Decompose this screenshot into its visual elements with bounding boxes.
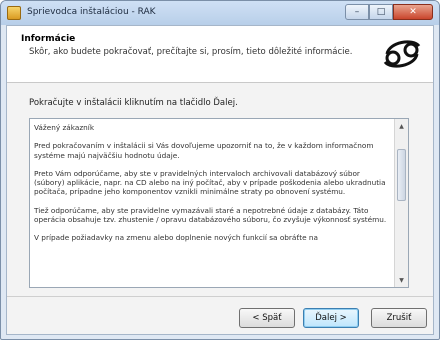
back-button[interactable]: < Späť	[239, 308, 295, 328]
title-bar[interactable]: Sprievodca inštaláciou - RAK – □ ✕	[1, 1, 439, 25]
window-controls: – □ ✕	[345, 4, 433, 21]
intro-text: Pokračujte v inštalácii kliknutím na tla…	[29, 98, 238, 108]
window-title: Sprievodca inštaláciou - RAK	[27, 7, 156, 17]
arrow-up-icon[interactable]: ▲	[395, 119, 408, 133]
installer-app-icon	[7, 6, 21, 20]
scrollbar-thumb[interactable]	[397, 149, 406, 201]
info-memo[interactable]: Vážený zákazník Pred pokračovaním v inšt…	[29, 118, 409, 288]
memo-scrollbar[interactable]: ▲ ▼	[394, 119, 408, 287]
maximize-button[interactable]: □	[369, 4, 393, 20]
info-memo-text: Vážený zákazník Pred pokračovaním v inšt…	[34, 123, 387, 243]
close-button[interactable]: ✕	[393, 4, 433, 20]
wizard-header: Informácie Skôr, ako budete pokračovať, …	[7, 26, 433, 83]
cancer-zodiac-icon	[383, 40, 421, 68]
installer-window: Sprievodca inštaláciou - RAK – □ ✕ Infor…	[0, 0, 440, 340]
next-button[interactable]: Ďalej >	[303, 308, 359, 328]
arrow-down-icon[interactable]: ▼	[395, 273, 408, 287]
header-title: Informácie	[21, 34, 76, 44]
footer-divider	[7, 296, 433, 297]
cancel-button[interactable]: Zrušiť	[371, 308, 427, 328]
header-subtitle: Skôr, ako budete pokračovať, prečítajte …	[29, 47, 353, 57]
wizard-content: Informácie Skôr, ako budete pokračovať, …	[6, 25, 434, 335]
minimize-button[interactable]: –	[345, 4, 369, 20]
